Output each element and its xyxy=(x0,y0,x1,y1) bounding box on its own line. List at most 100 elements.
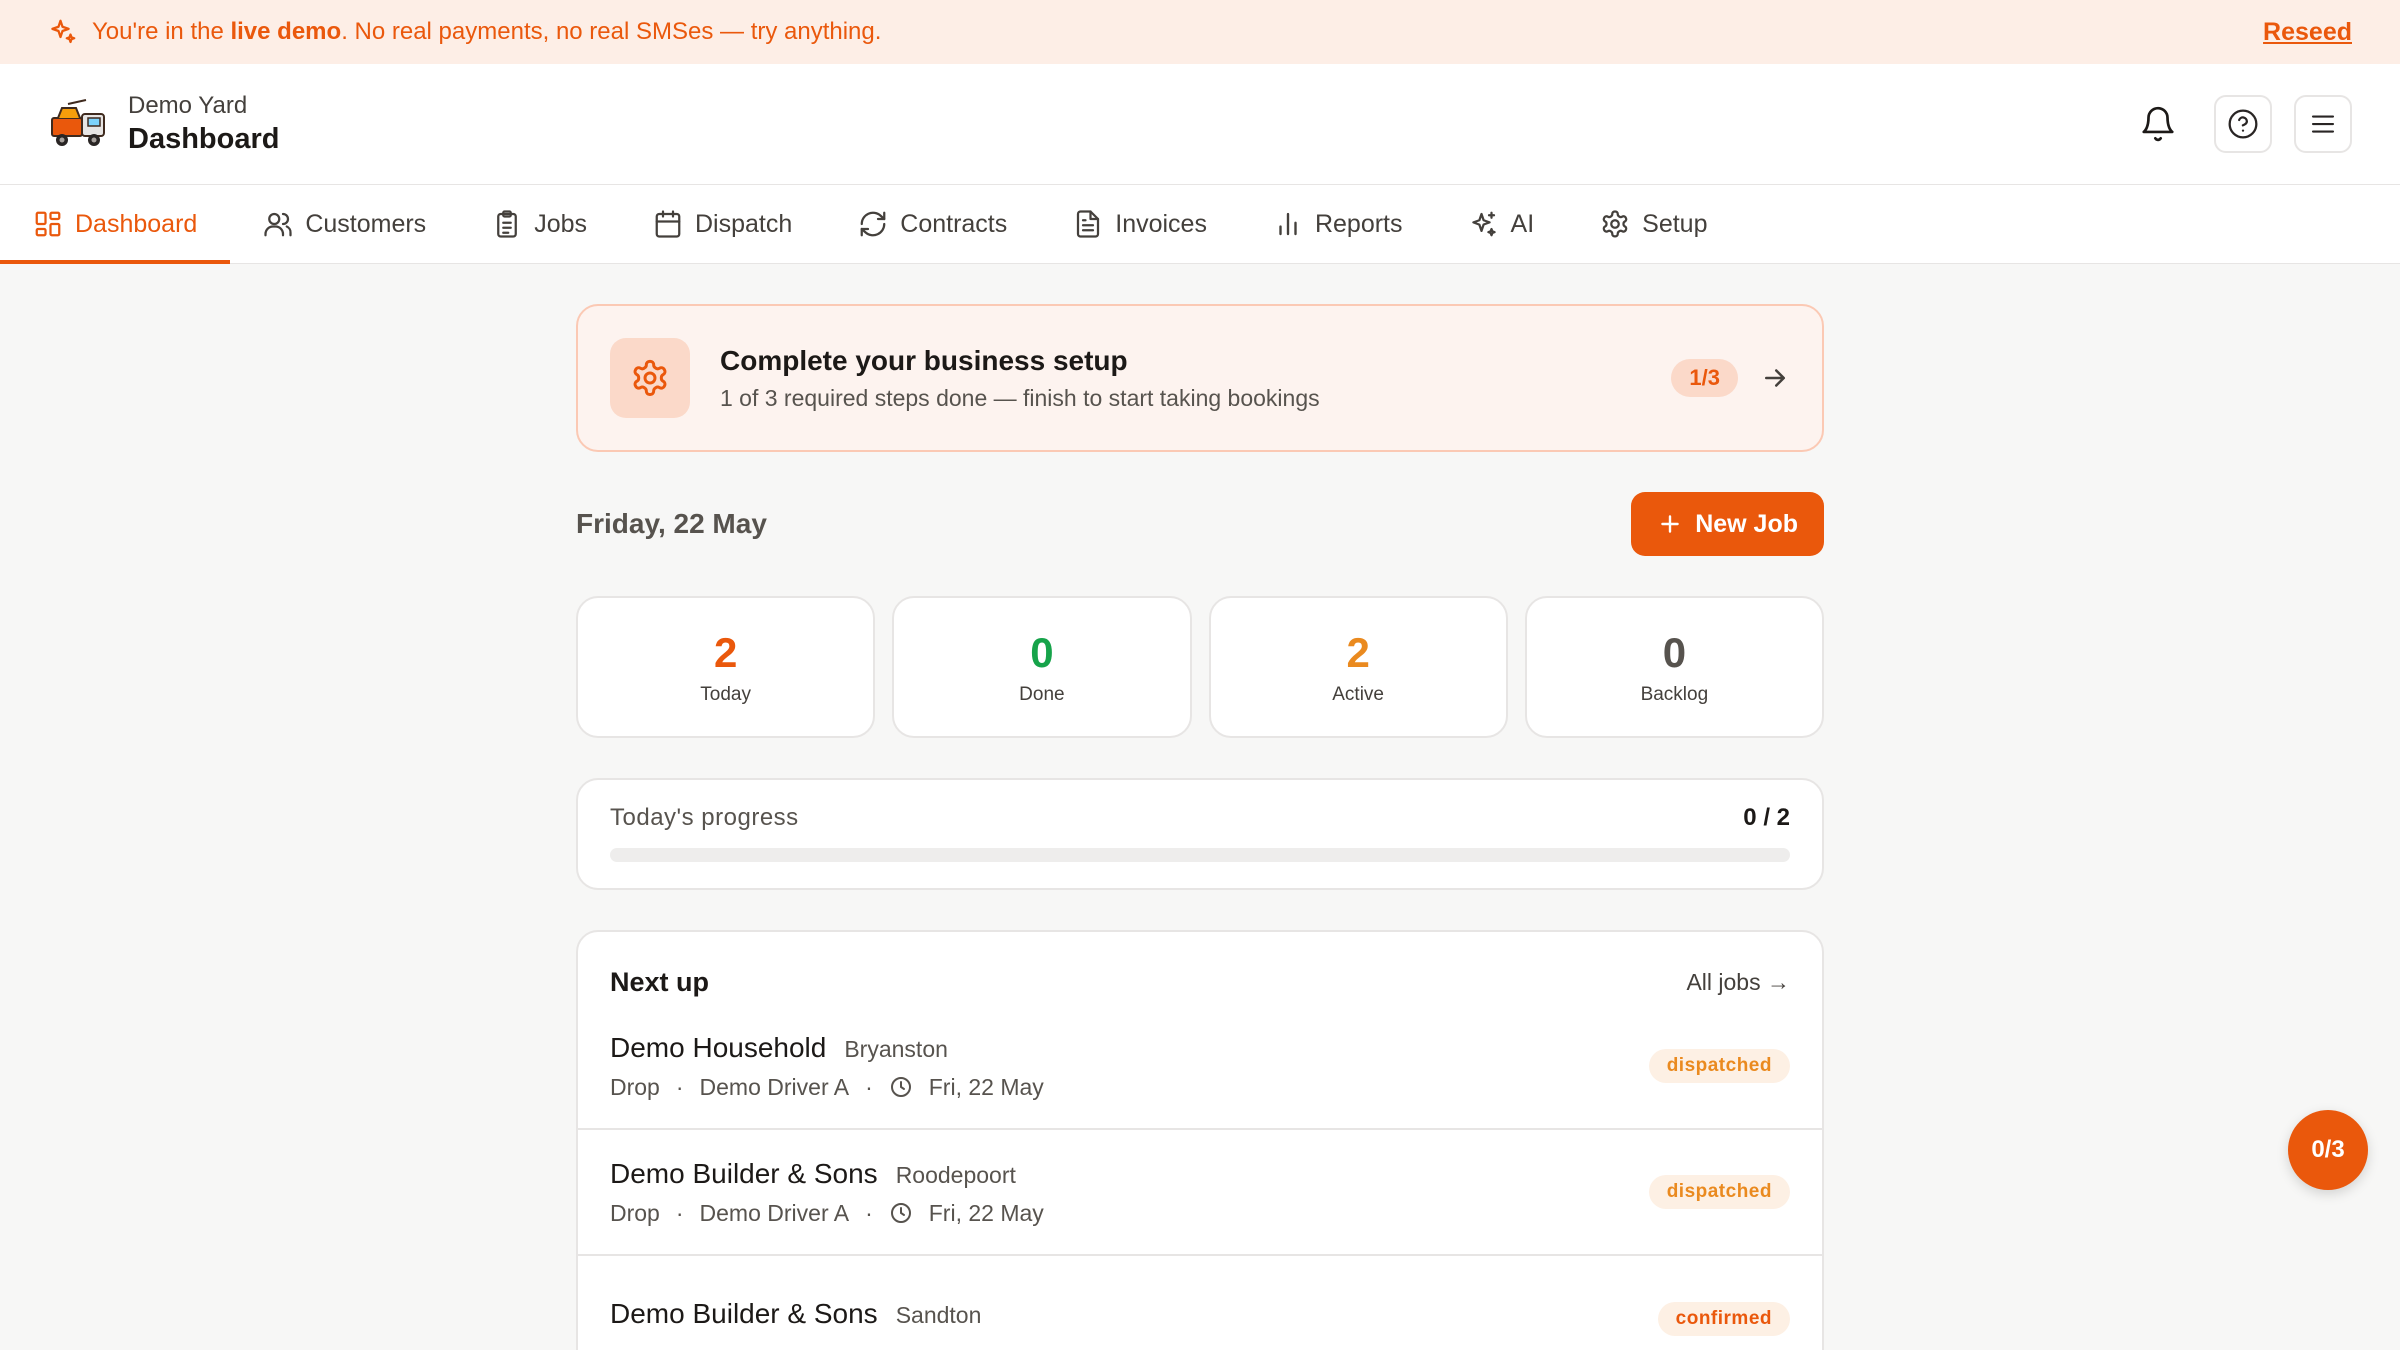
help-button[interactable] xyxy=(2214,95,2272,153)
status-badge: confirmed xyxy=(1657,1302,1790,1336)
all-jobs-link[interactable]: All jobs → xyxy=(1686,969,1790,996)
yard-name: Demo Yard xyxy=(128,92,248,119)
tab-reports[interactable]: Reports xyxy=(1240,185,1436,263)
tab-setup[interactable]: Setup xyxy=(1567,185,1740,263)
tab-label: AI xyxy=(1510,209,1535,238)
stat-value: 0 xyxy=(1662,629,1687,676)
calendar-icon xyxy=(655,210,681,238)
stat-value: 2 xyxy=(1346,629,1370,676)
setup-text: Complete your business setup 1 of 3 requ… xyxy=(720,345,1320,412)
tab-label: Contracts xyxy=(900,209,1008,238)
sparkles-icon xyxy=(1471,211,1496,237)
stat-value: 2 xyxy=(713,629,738,676)
hamburger-menu-icon xyxy=(2311,115,2335,133)
stat-label: Done xyxy=(1019,684,1065,705)
app-header: Demo Yard Dashboard xyxy=(0,64,2400,185)
setup-title: Complete your business setup xyxy=(720,344,1128,376)
job-row[interactable]: Demo Builder & Sons Sandton confirmed xyxy=(578,1256,1822,1350)
job-row[interactable]: Demo Household Bryanston Drop · Demo Dri… xyxy=(578,1004,1822,1130)
tab-dashboard[interactable]: Dashboard xyxy=(0,185,231,264)
job-date: Fri, 22 May xyxy=(928,1199,1044,1226)
stat-today[interactable]: 2 Today xyxy=(576,596,876,738)
date-row: Friday, 22 May New Job xyxy=(576,492,1824,556)
tab-jobs[interactable]: Jobs xyxy=(459,185,620,263)
bar-chart-icon xyxy=(1279,212,1297,236)
stat-label: Today xyxy=(700,684,751,705)
tab-invoices[interactable]: Invoices xyxy=(1040,185,1240,263)
tab-label: Customers xyxy=(305,209,427,238)
help-circle-icon xyxy=(2228,109,2258,139)
status-badge: dispatched xyxy=(1648,1175,1790,1209)
tab-label: Invoices xyxy=(1115,209,1207,238)
stat-label: Active xyxy=(1332,684,1384,705)
sparkles-icon xyxy=(51,19,76,44)
job-customer: Demo Builder & Sons xyxy=(610,1298,878,1329)
stat-done[interactable]: 0 Done xyxy=(892,596,1192,738)
next-up-card: Next up All jobs → Demo Household Bryans… xyxy=(576,930,1824,1350)
dashboard-content: Complete your business setup 1 of 3 requ… xyxy=(576,304,1824,1350)
brand: Demo Yard Dashboard xyxy=(128,91,279,157)
tab-label: Dispatch xyxy=(695,209,793,238)
tab-dispatch[interactable]: Dispatch xyxy=(620,185,825,263)
onboarding-progress-fab[interactable]: 0/3 xyxy=(2288,1110,2368,1190)
dashboard-icon xyxy=(35,211,61,237)
progress-bar xyxy=(610,848,1790,862)
next-up-title: Next up xyxy=(610,966,710,997)
setup-icon-tile xyxy=(610,338,690,418)
separator-dot: · xyxy=(675,1199,684,1226)
job-customer: Demo Household xyxy=(610,1031,827,1063)
stat-backlog[interactable]: 0 Backlog xyxy=(1524,596,1824,738)
separator-dot: · xyxy=(865,1199,873,1226)
refresh-icon xyxy=(860,211,886,237)
menu-button[interactable] xyxy=(2294,95,2352,153)
clock-icon xyxy=(890,1077,911,1097)
current-date: Friday, 22 May xyxy=(576,508,767,539)
business-setup-card[interactable]: Complete your business setup 1 of 3 requ… xyxy=(576,304,1824,452)
tab-customers[interactable]: Customers xyxy=(230,185,459,263)
job-driver: Demo Driver A xyxy=(699,1073,850,1100)
separator-dot: · xyxy=(675,1073,684,1100)
bell-icon xyxy=(2142,106,2174,142)
job-type: Drop xyxy=(610,1199,660,1226)
separator-dot: · xyxy=(865,1073,873,1100)
tab-label: Reports xyxy=(1314,209,1403,238)
new-job-button[interactable]: New Job xyxy=(1631,492,1824,556)
users-icon xyxy=(264,212,292,237)
job-customer: Demo Builder & Sons xyxy=(610,1157,878,1189)
stats-row: 2 Today 0 Done 2 Active 0 Backlog xyxy=(576,596,1824,738)
setup-step-count: 1/3 xyxy=(1671,359,1738,397)
tab-ai[interactable]: AI xyxy=(1436,185,1568,263)
stat-value: 0 xyxy=(1030,629,1054,676)
job-type: Drop xyxy=(610,1073,660,1100)
stat-active[interactable]: 2 Active xyxy=(1208,596,1508,738)
demo-banner: You're in the live demo. No real payment… xyxy=(0,0,2400,64)
status-badge: dispatched xyxy=(1648,1049,1790,1083)
job-date: Fri, 22 May xyxy=(928,1073,1044,1100)
demo-banner-message: You're in the live demo. No real payment… xyxy=(92,18,882,45)
page-title: Dashboard xyxy=(128,123,280,155)
progress-count: 0 / 2 xyxy=(1743,804,1790,831)
gear-icon xyxy=(1602,210,1628,238)
job-row[interactable]: Demo Builder & Sons Roodepoort Drop · De… xyxy=(578,1130,1822,1256)
tab-label: Jobs xyxy=(534,209,587,238)
reseed-link[interactable]: Reseed xyxy=(2263,18,2352,47)
gear-icon xyxy=(633,359,667,396)
document-icon xyxy=(1077,210,1100,238)
job-area: Roodepoort xyxy=(895,1161,1016,1188)
job-area: Bryanston xyxy=(844,1035,948,1062)
tab-label: Setup xyxy=(1642,209,1708,238)
notifications-button[interactable] xyxy=(2132,98,2184,150)
clock-icon xyxy=(890,1203,911,1223)
arrow-right-icon xyxy=(1765,369,1785,387)
tab-contracts[interactable]: Contracts xyxy=(825,185,1040,263)
stat-label: Backlog xyxy=(1640,684,1709,705)
main-nav-tabs: Dashboard Customers Jobs Dispatch Contra… xyxy=(0,185,2400,264)
progress-label: Today's progress xyxy=(610,804,799,831)
job-area: Sandton xyxy=(895,1302,982,1328)
skip-truck-logo xyxy=(51,99,105,146)
setup-subtitle: 1 of 3 required steps done — finish to s… xyxy=(720,384,1320,411)
plus-icon xyxy=(1661,515,1679,533)
job-driver: Demo Driver A xyxy=(699,1199,850,1226)
todays-progress-card: Today's progress 0 / 2 xyxy=(576,778,1824,890)
new-job-label: New Job xyxy=(1695,509,1798,538)
